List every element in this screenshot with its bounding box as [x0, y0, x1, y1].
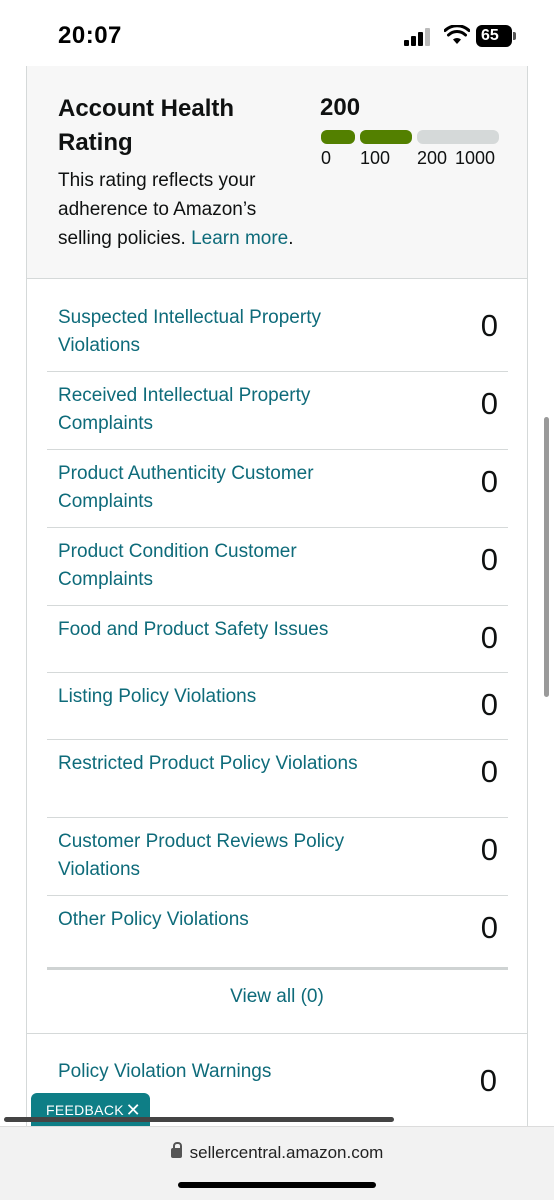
- scale-label-100: 100: [360, 148, 391, 168]
- metric-link[interactable]: Food and Product Safety Issues: [47, 606, 407, 644]
- metric-link[interactable]: Listing Policy Violations: [47, 673, 367, 711]
- health-score: 200: [320, 94, 361, 121]
- metric-link[interactable]: Suspected Intellectual Property Violatio…: [47, 294, 367, 360]
- metric-row: Received Intellectual Property Complaint…: [47, 372, 508, 450]
- feedback-label: FEEDBACK: [46, 1102, 124, 1118]
- close-icon[interactable]: ✕: [126, 1093, 141, 1128]
- health-description: This rating reflects your adherence to A…: [58, 166, 308, 253]
- browser-address-bar: sellercentral.amazon.com: [0, 1126, 554, 1200]
- vertical-scrollbar[interactable]: [544, 417, 549, 697]
- score-bar-segment-3: [417, 130, 499, 144]
- metric-count: 0: [480, 910, 498, 945]
- scale-label-200: 200: [417, 148, 448, 168]
- home-indicator[interactable]: [178, 1182, 376, 1188]
- metric-link[interactable]: Restricted Product Policy Violations: [47, 740, 367, 778]
- metric-row: Listing Policy Violations 0: [47, 673, 508, 740]
- wifi-icon: [444, 25, 470, 44]
- period: .: [288, 228, 294, 249]
- policy-metric-list: Suspected Intellectual Property Violatio…: [47, 294, 508, 970]
- status-bar: 20:07 65: [0, 0, 554, 66]
- scale-label-1000: 1000: [455, 148, 496, 168]
- metric-count: 0: [480, 542, 498, 577]
- scale-label-0: 0: [321, 148, 332, 168]
- metric-link[interactable]: Product Authenticity Customer Complaints: [47, 450, 367, 516]
- metric-count: 0: [480, 620, 498, 655]
- score-bar-segment-2: [360, 130, 412, 144]
- status-time: 20:07: [58, 22, 122, 49]
- health-header: Account Health Rating This rating reflec…: [27, 66, 527, 279]
- account-health-card: Account Health Rating This rating reflec…: [26, 66, 528, 1130]
- health-title: Account Health Rating: [58, 95, 235, 156]
- metric-row: Customer Product Reviews Policy Violatio…: [47, 818, 508, 896]
- metric-count: 0: [480, 754, 498, 789]
- url-text: sellercentral.amazon.com: [189, 1143, 384, 1162]
- metric-count: 0: [480, 308, 498, 343]
- feedback-button[interactable]: FEEDBACK ✕: [31, 1093, 150, 1128]
- view-all-link[interactable]: View all (0): [27, 986, 527, 1008]
- metric-link[interactable]: Customer Product Reviews Policy Violatio…: [47, 818, 367, 884]
- score-scale-labels: 0 100 200 1000: [321, 148, 511, 172]
- metric-row: Restricted Product Policy Violations 0: [47, 740, 508, 818]
- metric-row: Product Condition Customer Complaints 0: [47, 528, 508, 606]
- metric-count: 0: [480, 386, 498, 421]
- horizontal-scrollbar[interactable]: [4, 1117, 394, 1122]
- metric-row: Suspected Intellectual Property Violatio…: [47, 294, 508, 372]
- signal-icon: [404, 28, 434, 46]
- learn-more-link[interactable]: Learn more: [191, 228, 288, 249]
- metric-count: 0: [480, 687, 498, 722]
- section-divider: [27, 1033, 527, 1034]
- metric-count: 0: [480, 464, 498, 499]
- policy-violation-warnings-count: 0: [479, 1063, 497, 1098]
- metric-link[interactable]: Product Condition Customer Complaints: [47, 528, 367, 594]
- score-bar-segment-1: [321, 130, 355, 144]
- metric-row: Product Authenticity Customer Complaints…: [47, 450, 508, 528]
- metric-link[interactable]: Received Intellectual Property Complaint…: [47, 372, 367, 438]
- url-field[interactable]: sellercentral.amazon.com: [0, 1142, 554, 1163]
- health-score-bar: [321, 130, 499, 146]
- metric-row: Food and Product Safety Issues 0: [47, 606, 508, 673]
- lock-icon: [170, 1142, 182, 1158]
- battery-icon: 65: [476, 25, 516, 47]
- metric-row: Other Policy Violations 0: [47, 896, 508, 970]
- metric-count: 0: [480, 832, 498, 867]
- policy-violation-warnings-link[interactable]: Policy Violation Warnings: [58, 1061, 271, 1083]
- metric-link[interactable]: Other Policy Violations: [47, 896, 367, 934]
